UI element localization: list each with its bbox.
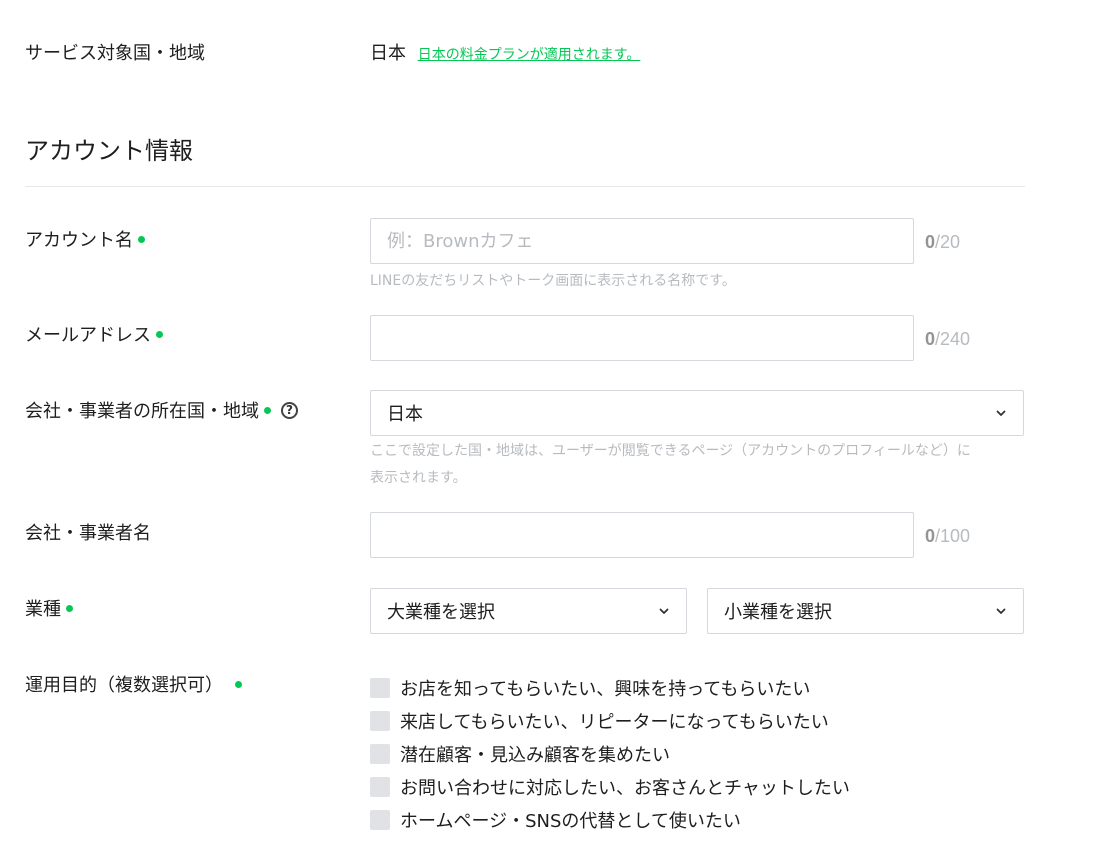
company-name-label: 会社・事業者名: [25, 523, 151, 544]
chevron-down-icon: [996, 608, 1006, 614]
required-dot-icon: [66, 604, 73, 612]
company-name-input[interactable]: [370, 512, 914, 558]
email-count: 0: [925, 329, 936, 349]
purpose-option-label: 来店してもらいたい、リピーターになってもらいたい: [400, 712, 829, 733]
account-name-count: 0: [925, 232, 936, 252]
company-name-counter: 0/100: [925, 524, 970, 548]
account-name-hint: LINEの友だちリストやトーク画面に表示される名称です。: [370, 273, 736, 289]
required-dot-icon: [156, 330, 163, 338]
required-dot-icon: [235, 680, 242, 688]
chevron-down-icon: [996, 410, 1006, 416]
account-name-counter: 0/20: [925, 230, 960, 254]
chevron-down-icon: [659, 608, 669, 614]
industry-minor-select[interactable]: 小業種を選択: [707, 588, 1024, 634]
checkbox-icon[interactable]: [370, 810, 390, 830]
account-name-label-text: アカウント名: [25, 230, 133, 251]
purpose-label: 運用目的（複数選択可）: [25, 674, 242, 698]
account-name-label: アカウント名: [25, 229, 145, 253]
company-country-selected: 日本: [387, 404, 423, 425]
section-title-account-info: アカウント情報: [25, 137, 193, 165]
question-circle-icon[interactable]: ?: [281, 401, 298, 419]
company-name-count: 0: [925, 526, 936, 546]
email-label-text: メールアドレス: [25, 325, 151, 346]
account-name-max: /20: [935, 232, 961, 252]
company-country-label: 会社・事業者の所在国・地域?: [25, 400, 298, 424]
company-country-select[interactable]: 日本: [370, 390, 1024, 436]
industry-minor-placeholder: 小業種を選択: [724, 602, 832, 623]
checkbox-icon[interactable]: [370, 678, 390, 698]
email-label: メールアドレス: [25, 324, 163, 348]
service-country-name: 日本: [370, 43, 406, 64]
checkbox-icon[interactable]: [370, 744, 390, 764]
purpose-option[interactable]: 来店してもらいたい、リピーターになってもらいたい: [370, 709, 829, 733]
industry-label: 業種: [25, 598, 73, 622]
section-divider: [25, 186, 1025, 187]
purpose-label-text: 運用目的（複数選択可）: [25, 675, 223, 696]
company-country-hint-line1: ここで設定した国・地域は、ユーザーが閲覧できるページ（アカウントのプロフィールな…: [370, 443, 971, 459]
checkbox-icon[interactable]: [370, 777, 390, 797]
purpose-option-label: お問い合わせに対応したい、お客さんとチャットしたい: [400, 778, 850, 799]
purpose-option[interactable]: お問い合わせに対応したい、お客さんとチャットしたい: [370, 775, 850, 799]
checkbox-icon[interactable]: [370, 711, 390, 731]
email-input[interactable]: [370, 315, 914, 361]
purpose-option[interactable]: ホームページ・SNSの代替として使いたい: [370, 808, 741, 832]
purpose-option[interactable]: お店を知ってもらいたい、興味を持ってもらいたい: [370, 676, 810, 700]
purpose-option-label: お店を知ってもらいたい、興味を持ってもらいたい: [400, 679, 811, 700]
industry-label-text: 業種: [25, 599, 61, 620]
pricing-plan-link[interactable]: 日本の料金プランが適用されます。: [418, 47, 641, 63]
required-dot-icon: [264, 406, 271, 414]
industry-major-select[interactable]: 大業種を選択: [370, 588, 687, 634]
purpose-option[interactable]: 潜在顧客・見込み顧客を集めたい: [370, 742, 670, 766]
company-country-label-text: 会社・事業者の所在国・地域: [25, 401, 259, 422]
required-dot-icon: [138, 235, 145, 243]
purpose-option-label: 潜在顧客・見込み顧客を集めたい: [400, 745, 670, 766]
account-name-input[interactable]: [370, 218, 914, 264]
company-name-max: /100: [935, 526, 971, 546]
email-max: /240: [935, 329, 971, 349]
email-counter: 0/240: [925, 327, 970, 351]
service-country-value: 日本 日本の料金プランが適用されます。: [370, 42, 640, 67]
company-country-hint-line2: 表示されます。: [370, 470, 467, 486]
purpose-option-label: ホームページ・SNSの代替として使いたい: [400, 811, 741, 832]
service-country-label: サービス対象国・地域: [25, 43, 205, 64]
industry-major-placeholder: 大業種を選択: [387, 602, 495, 623]
